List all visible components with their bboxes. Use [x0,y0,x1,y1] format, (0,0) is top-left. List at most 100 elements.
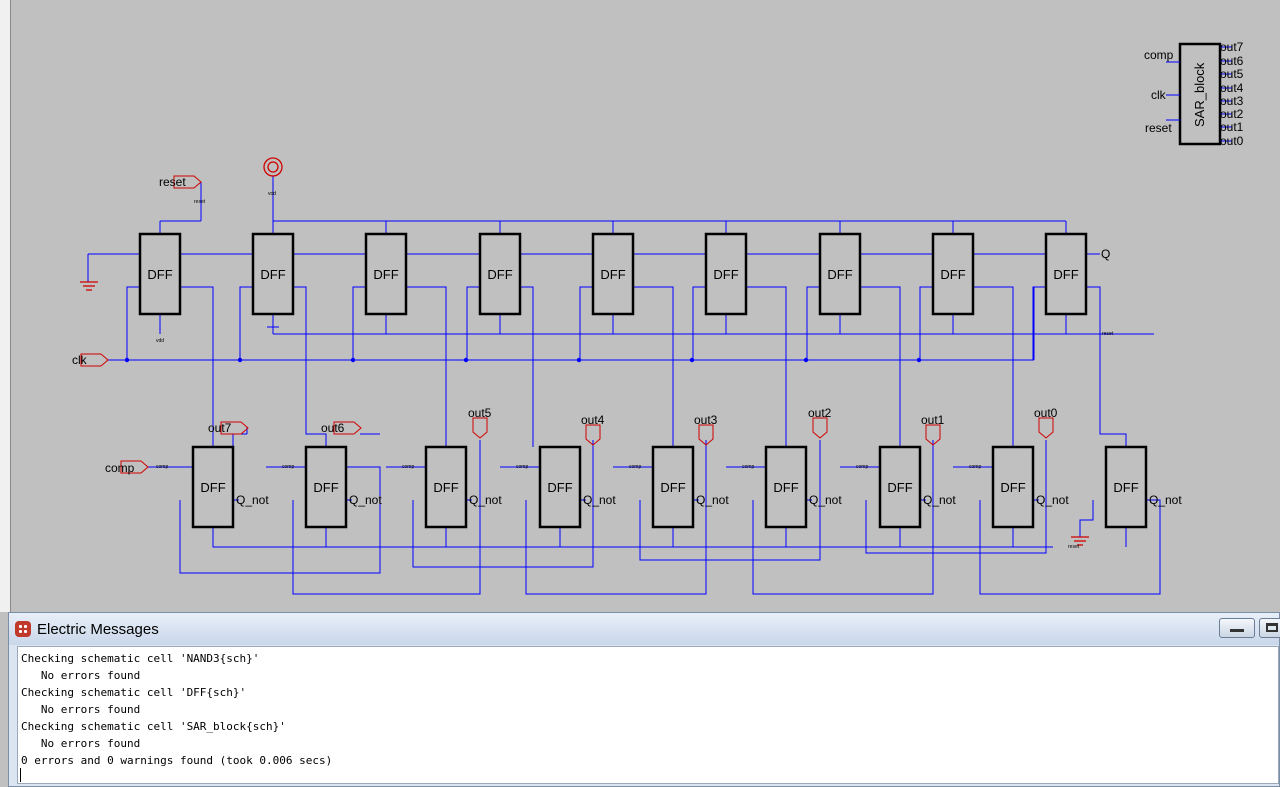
out-label: out6 [321,421,345,435]
sar-block-output-out6: out6 [1220,54,1244,68]
dff-label: DFF [600,267,625,282]
messages-window-title: Electric Messages [37,621,159,638]
dff-label: DFF [1000,480,1025,495]
dff-top-6[interactable]: DFF [818,232,862,316]
out-label: out4 [581,413,605,427]
comp-net-label: comp [516,464,528,470]
dff-top-3[interactable]: DFF [478,232,522,316]
clk-export-label: clk [72,353,88,367]
dff-label: DFF [260,267,285,282]
comp-net-label: comp [282,464,294,470]
sar-block-output-out3: out3 [1220,94,1244,108]
dff-label: DFF [773,480,798,495]
sar-block-input-comp: comp [1144,48,1174,62]
out-export-out7[interactable]: out7 [208,421,249,435]
out-export-out6[interactable]: out6 [321,421,362,435]
comp-net-label: comp [156,464,168,470]
message-line: Checking schematic cell 'DFF{sch}' [21,686,247,699]
dff-bottom-6[interactable]: DFF Q_not comp [856,445,956,529]
message-line: No errors found [21,669,141,682]
out-label: out7 [208,421,232,435]
maximize-icon [1266,623,1278,632]
comp-export-label: comp [105,461,135,475]
sar-block-output-out1: out1 [1220,120,1244,134]
out-label: out1 [921,413,945,427]
clk-export[interactable]: clk [72,353,109,367]
dff-label: DFF [940,267,965,282]
dff-bottom-3[interactable]: DFF Q_not comp [516,445,616,529]
sar-block-output-out0: out0 [1220,134,1244,148]
minimize-button[interactable] [1219,618,1255,638]
dff-bottom-8[interactable]: DFF Q_not [1104,445,1182,529]
sar-block-icon[interactable]: SAR_block comp clk reset out7 out6 out5 … [1144,40,1244,148]
sar-block-output-out2: out2 [1220,107,1244,121]
out-label: out2 [808,406,832,420]
q-not-label: Q_not [1036,493,1069,507]
vdd-net-label-2: vdd [156,338,164,344]
dff-top-8[interactable]: DFF [1044,232,1088,316]
dff-label: DFF [827,267,852,282]
maximize-button[interactable] [1259,618,1280,638]
q-not-label: Q_not [349,493,382,507]
dff-top-7[interactable]: DFF [931,232,975,316]
sar-block-input-clk: clk [1151,88,1167,102]
dff-label: DFF [487,267,512,282]
dff-top-1[interactable]: DFF [251,232,295,316]
dff-label: DFF [1053,267,1078,282]
schematic-drawing[interactable]: DFF DFF DFF DFF DFF DFF DFF DFF DFF DFF Q_not DFF Q_… [0,0,1280,612]
dff-label: DFF [373,267,398,282]
dff-bottom-2[interactable]: DFF Q_not comp [402,445,502,529]
comp-net-label: comp [969,464,981,470]
out-label: out0 [1034,406,1058,420]
message-line: Checking schematic cell 'NAND3{sch}' [21,652,260,665]
dff-label: DFF [200,480,225,495]
comp-export[interactable]: comp [105,460,149,475]
reset-net-label-bottom: reset [1068,544,1080,550]
dff-label: DFF [1113,480,1138,495]
q-not-label: Q_not [809,493,842,507]
messages-text-area[interactable]: Checking schematic cell 'NAND3{sch}' No … [17,646,1279,784]
messages-title-bar[interactable]: Electric Messages [9,613,1280,645]
dff-label: DFF [147,267,172,282]
sar-block-title: SAR_block [1192,62,1207,127]
q-not-label: Q_not [236,493,269,507]
dff-label: DFF [313,480,338,495]
message-line: Checking schematic cell 'SAR_block{sch}' [21,720,286,733]
out-label: out5 [468,406,492,420]
reset-net-label: reset [194,199,206,205]
dff-label: DFF [713,267,738,282]
q-not-label: Q_not [923,493,956,507]
dff-top-0[interactable]: DFF [138,232,182,316]
messages-window[interactable]: Electric Messages Checking schematic cel… [8,612,1280,787]
q-not-label: Q_not [696,493,729,507]
reset-export-label: reset [159,175,186,189]
message-line: No errors found [21,703,141,716]
out-export-out2[interactable]: out2 [808,406,832,439]
message-line: 0 errors and 0 warnings found (took 0.00… [21,754,333,767]
dff-top-4[interactable]: DFF [591,232,635,316]
q-not-label: Q_not [469,493,502,507]
dff-bottom-4[interactable]: DFF Q_not comp [629,445,729,529]
dff-bottom-0[interactable]: DFF Q_not [191,445,269,529]
dff-label: DFF [887,480,912,495]
schematic-canvas[interactable]: DFF DFF DFF DFF DFF DFF DFF DFF DFF DFF Q_not DFF Q_… [0,0,1280,612]
dff-bottom-7[interactable]: DFF Q_not comp [969,445,1069,529]
sar-block-output-out5: out5 [1220,67,1244,81]
text-caret [20,768,21,782]
electric-app-icon [15,621,31,637]
comp-net-label: comp [856,464,868,470]
sar-block-input-reset: reset [1145,121,1172,135]
message-line: No errors found [21,737,141,750]
wires [87,176,1161,595]
reset-export[interactable]: reset reset [159,175,206,205]
dff-top-5[interactable]: DFF [704,232,748,316]
dff-top-2[interactable]: DFF [364,232,408,316]
out-label: out3 [694,413,718,427]
dff-bottom-5[interactable]: DFF Q_not comp [742,445,842,529]
dff-bottom-1[interactable]: DFF Q_not comp [282,445,382,529]
out-export-out5[interactable]: out5 [468,406,492,439]
dff-label: DFF [660,480,685,495]
out-export-out0[interactable]: out0 [1034,406,1058,439]
sar-block-output-out7: out7 [1220,40,1244,54]
q-label: Q [1101,247,1110,261]
